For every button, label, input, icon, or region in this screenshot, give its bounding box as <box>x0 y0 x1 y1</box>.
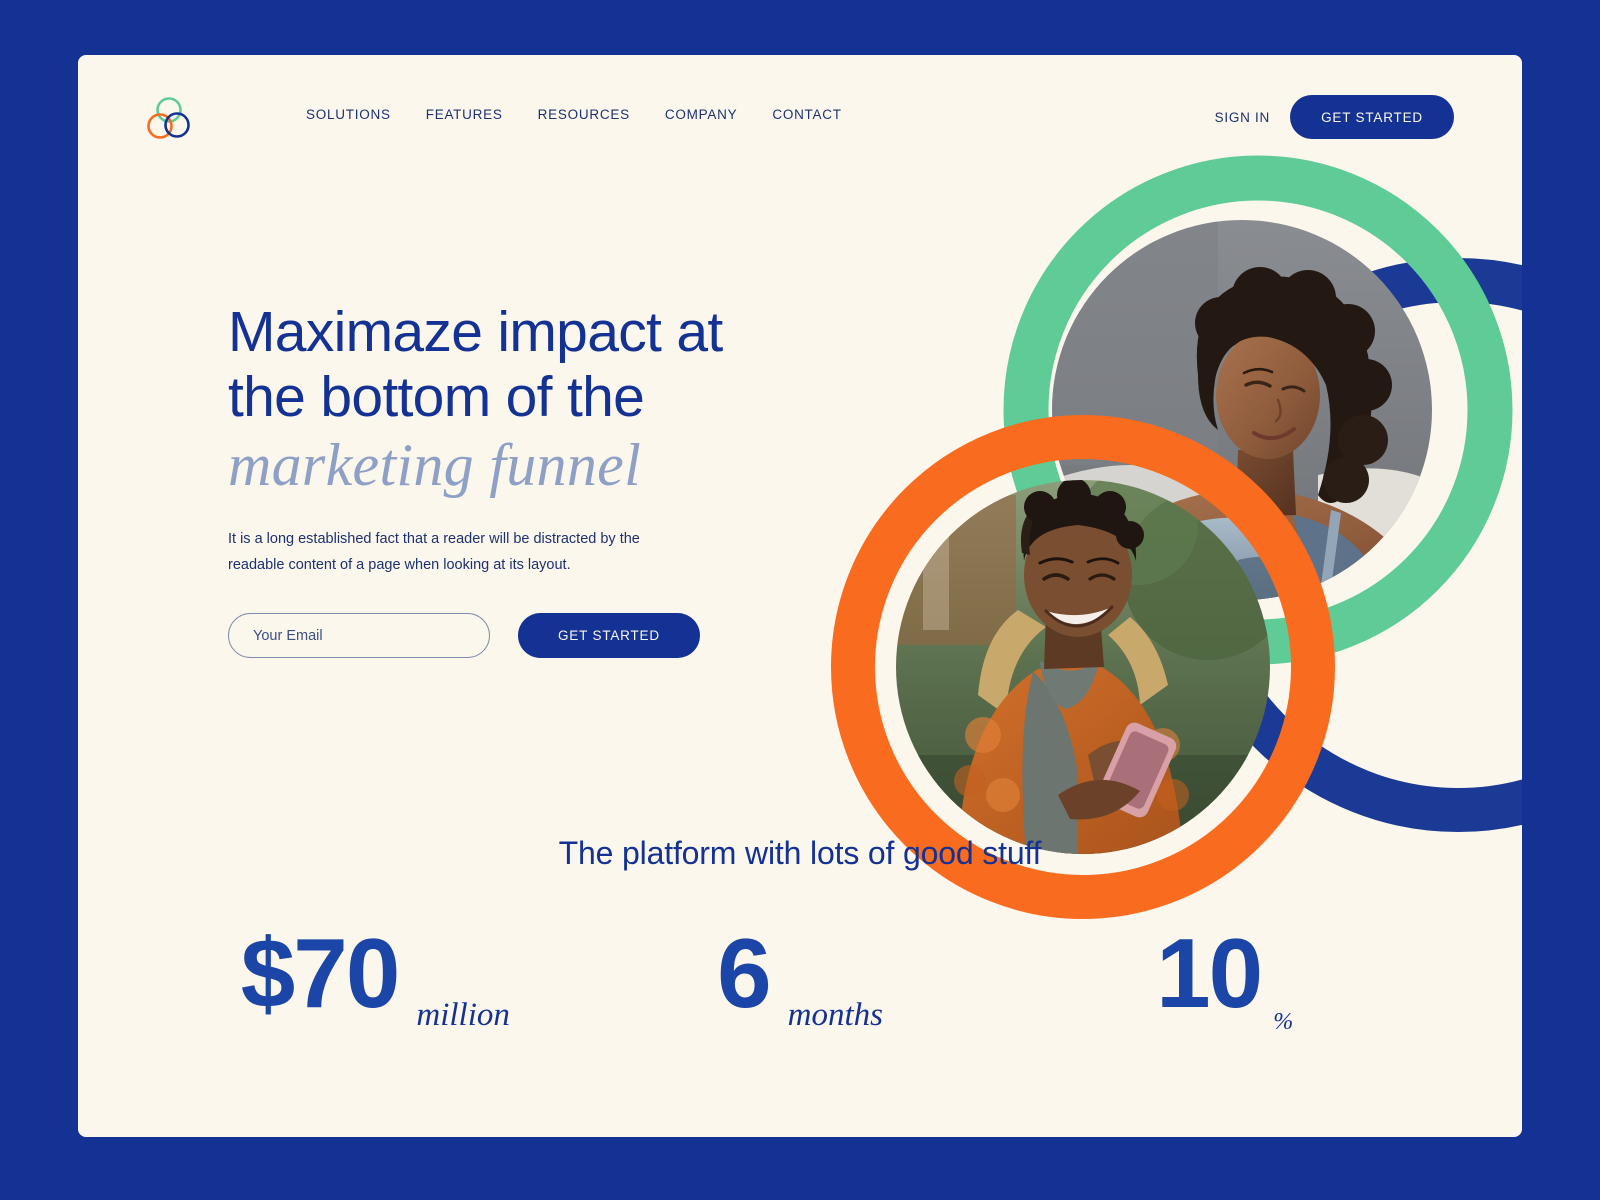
hero-card: SOLUTIONS FEATURES RESOURCES COMPANY CON… <box>78 55 1522 1137</box>
page-root: SOLUTIONS FEATURES RESOURCES COMPANY CON… <box>0 0 1600 1200</box>
stat-value: 10 <box>1156 918 1263 1028</box>
stat-item: 6 months <box>588 918 1013 1033</box>
headline-line-2: the bottom of the <box>228 365 645 429</box>
stats-section: The platform with lots of good stuff $70… <box>78 835 1522 1035</box>
nav-item-company[interactable]: COMPANY <box>665 107 737 122</box>
stat-item: 10 % <box>1012 918 1437 1035</box>
email-input[interactable] <box>228 613 490 658</box>
logo-icon[interactable] <box>143 93 195 145</box>
stat-unit: % <box>1273 1009 1294 1035</box>
sign-in-link[interactable]: SIGN IN <box>1215 110 1270 125</box>
hero-subcopy: It is a long established fact that a rea… <box>228 531 640 573</box>
stat-value: 6 <box>717 918 771 1028</box>
nav-item-contact[interactable]: CONTACT <box>772 107 841 122</box>
header-actions: SIGN IN GET STARTED <box>1215 95 1454 139</box>
header-get-started-button[interactable]: GET STARTED <box>1290 95 1454 139</box>
page-title: Maximaze impact at the bottom of the mar… <box>228 300 848 500</box>
nav-item-solutions[interactable]: SOLUTIONS <box>306 107 391 122</box>
main-navigation: SOLUTIONS FEATURES RESOURCES COMPANY CON… <box>306 107 842 122</box>
site-header: SOLUTIONS FEATURES RESOURCES COMPANY CON… <box>78 55 1522 195</box>
nav-item-resources[interactable]: RESOURCES <box>538 107 630 122</box>
stats-title: The platform with lots of good stuff <box>558 835 1042 871</box>
nav-item-features[interactable]: FEATURES <box>426 107 503 122</box>
headline-line-1: Maximaze impact at <box>228 300 723 364</box>
stat-unit: million <box>416 997 510 1033</box>
email-signup-form: GET STARTED <box>228 613 848 658</box>
hero-get-started-button[interactable]: GET STARTED <box>518 613 700 658</box>
stat-item: $70 million <box>163 918 588 1033</box>
hero-copy: Maximaze impact at the bottom of the mar… <box>228 300 848 658</box>
stat-value: $70 <box>240 918 401 1028</box>
stats-row: $70 million 6 months 10 % <box>78 918 1522 1035</box>
stat-unit: months <box>787 997 883 1033</box>
headline-script-line: marketing funnel <box>228 432 642 498</box>
